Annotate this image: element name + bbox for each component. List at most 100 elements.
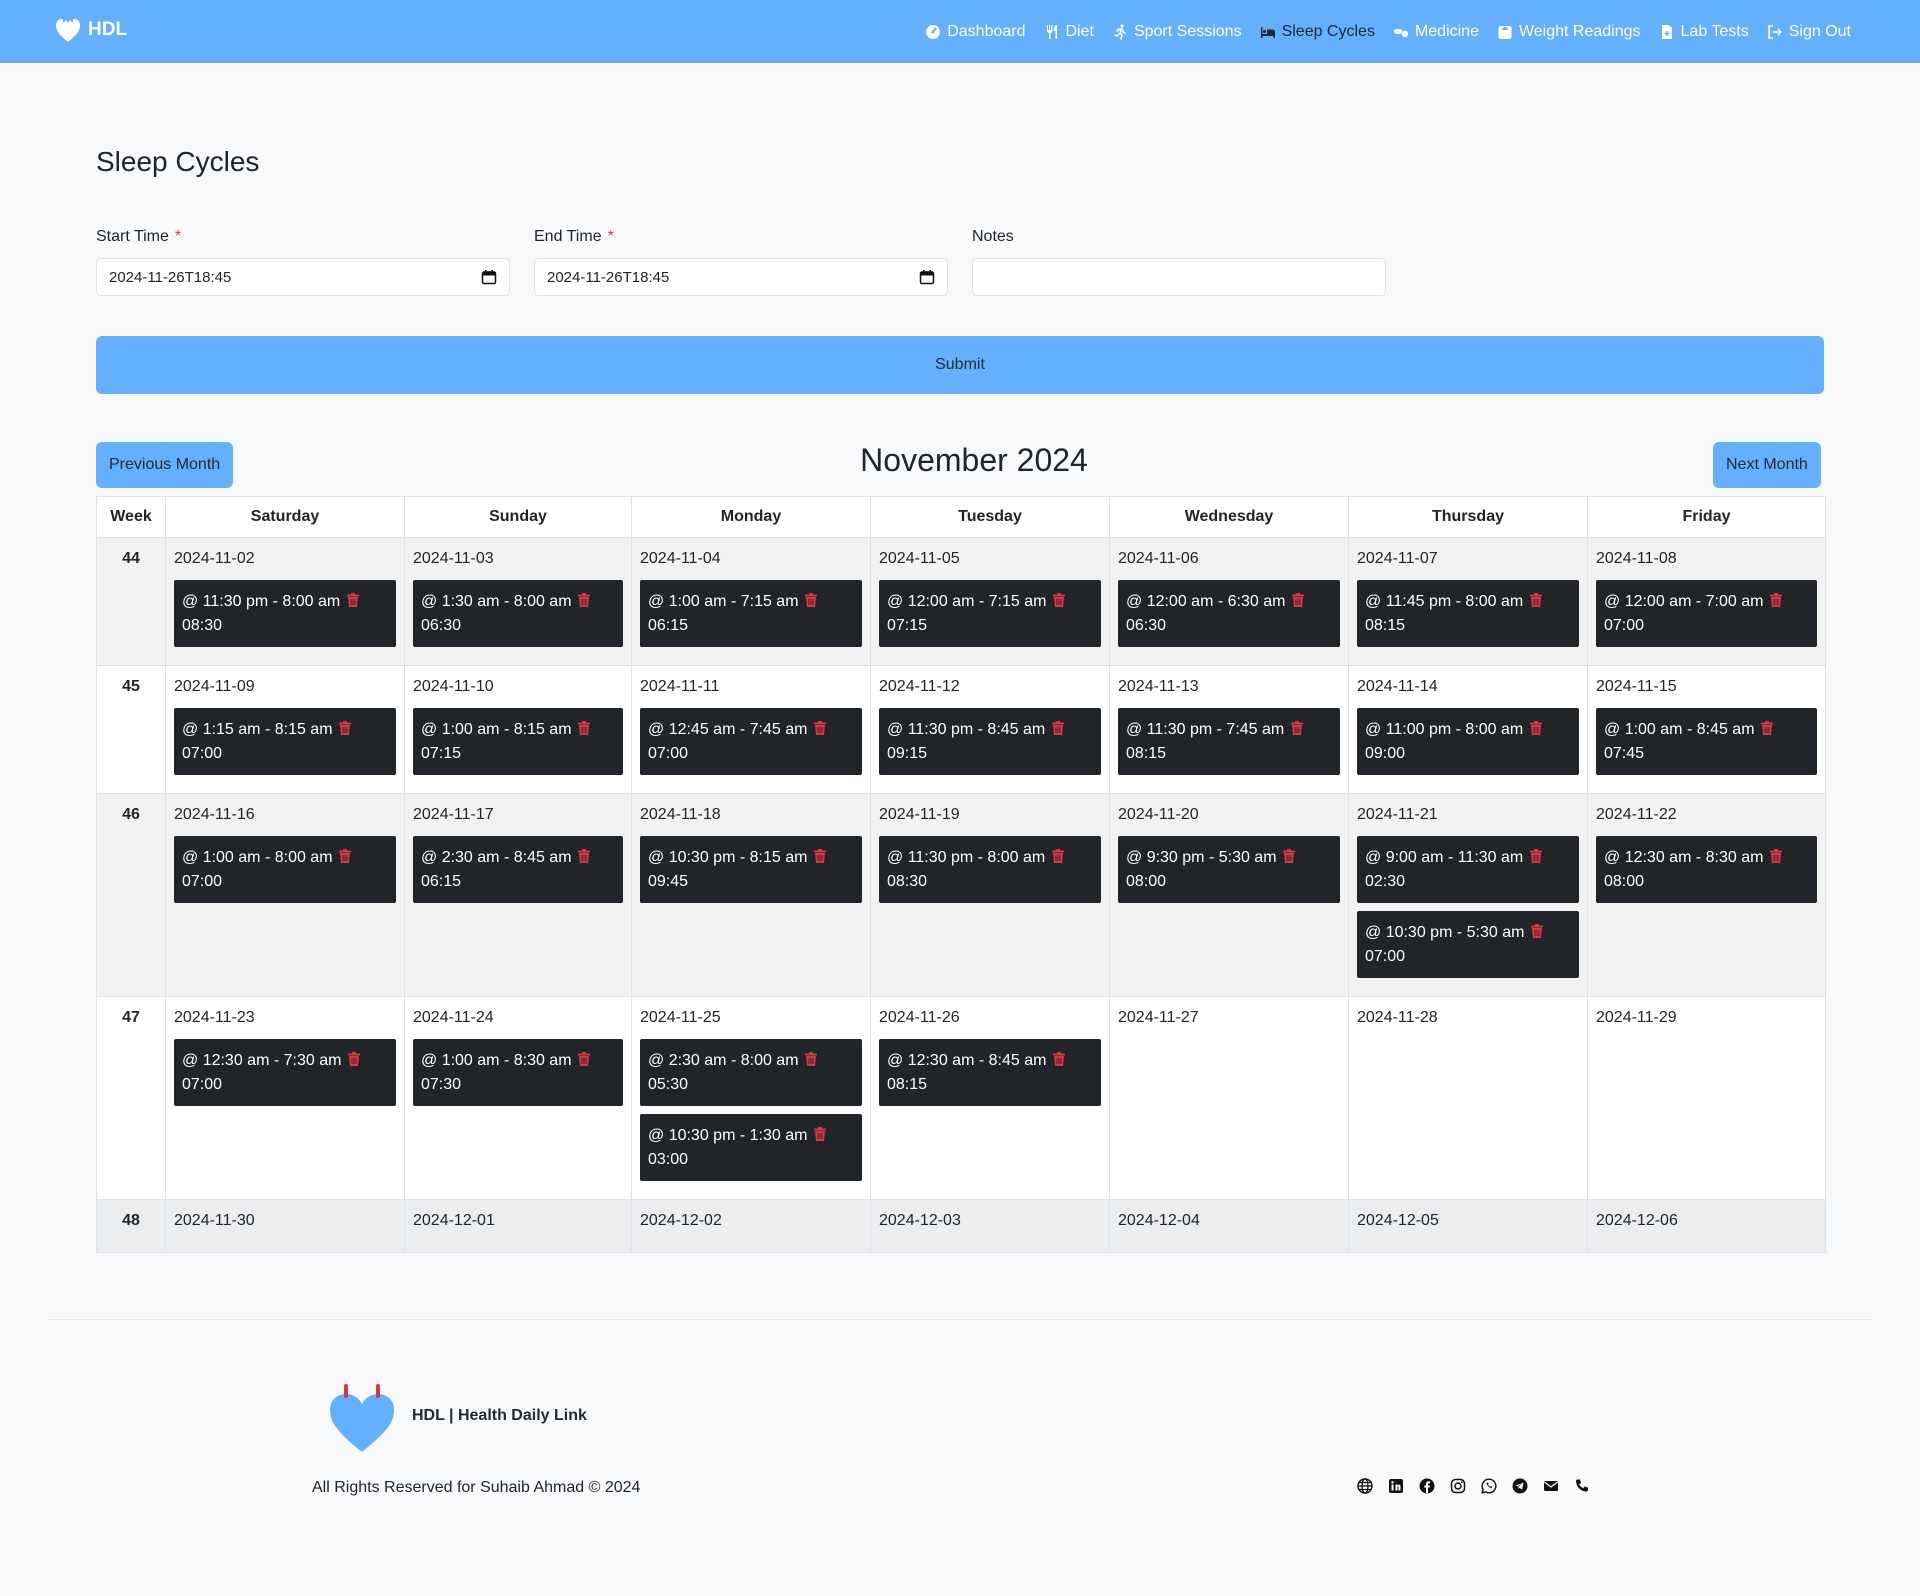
calendar-day-cell[interactable]: 2024-11-14 @ 11:00 pm - 8:00 am 09:00 [1348, 665, 1588, 794]
calendar-day-cell[interactable]: 2024-12-06 [1587, 1199, 1826, 1253]
calendar-icon[interactable] [481, 269, 497, 285]
trash-icon[interactable] [812, 721, 826, 738]
calendar-day-cell[interactable]: 2024-11-03 @ 1:30 am - 8:00 am 06:30 [404, 537, 632, 666]
trash-icon[interactable] [346, 1052, 360, 1069]
calendar-day-cell[interactable]: 2024-11-02 @ 11:30 pm - 8:00 am 08:30 [165, 537, 405, 666]
calendar-day-cell[interactable]: 2024-11-28 [1348, 996, 1588, 1200]
sleep-entry[interactable]: @ 9:00 am - 11:30 am 02:30 [1357, 836, 1579, 903]
trash-icon[interactable] [1529, 924, 1543, 941]
sleep-entry[interactable]: @ 11:00 pm - 8:00 am 09:00 [1357, 708, 1579, 775]
trash-icon[interactable] [1528, 593, 1542, 610]
sleep-entry[interactable]: @ 10:30 pm - 8:15 am 09:45 [640, 836, 862, 903]
sleep-entry[interactable]: @ 11:30 pm - 7:45 am 08:15 [1118, 708, 1340, 775]
sleep-entry[interactable]: @ 10:30 pm - 5:30 am 07:00 [1357, 911, 1579, 978]
sleep-entry[interactable]: @ 12:30 am - 8:30 am 08:00 [1596, 836, 1817, 903]
linkedin-icon[interactable] [1388, 1478, 1404, 1494]
trash-icon[interactable] [1528, 721, 1542, 738]
sleep-entry[interactable]: @ 12:00 am - 7:15 am 07:15 [879, 580, 1101, 647]
globe-icon[interactable] [1357, 1478, 1373, 1494]
trash-icon[interactable] [1528, 849, 1542, 866]
calendar-day-cell[interactable]: 2024-12-02 [631, 1199, 871, 1253]
calendar-day-cell[interactable]: 2024-11-04 @ 1:00 am - 7:15 am 06:15 [631, 537, 871, 666]
sleep-entry[interactable]: @ 12:30 am - 8:45 am 08:15 [879, 1039, 1101, 1106]
nav-item-lab-tests[interactable]: Lab Tests [1650, 23, 1758, 41]
nav-item-sign-out[interactable]: Sign Out [1758, 23, 1860, 41]
calendar-day-cell[interactable]: 2024-11-18 @ 10:30 pm - 8:15 am 09:45 [631, 793, 871, 997]
notes-input[interactable] [972, 258, 1386, 296]
sleep-entry[interactable]: @ 11:30 pm - 8:00 am 08:30 [174, 580, 396, 647]
trash-icon[interactable] [812, 849, 826, 866]
calendar-day-cell[interactable]: 2024-11-16 @ 1:00 am - 8:00 am 07:00 [165, 793, 405, 997]
calendar-day-cell[interactable]: 2024-11-05 @ 12:00 am - 7:15 am 07:15 [870, 537, 1110, 666]
nav-item-diet[interactable]: Diet [1035, 23, 1103, 41]
trash-icon[interactable] [1768, 593, 1782, 610]
nav-item-sleep-cycles[interactable]: Sleep Cycles [1251, 23, 1384, 41]
calendar-day-cell[interactable]: 2024-11-24 @ 1:00 am - 8:30 am 07:30 [404, 996, 632, 1200]
sleep-entry[interactable]: @ 1:00 am - 8:30 am 07:30 [413, 1039, 623, 1106]
sleep-entry[interactable]: @ 12:00 am - 7:00 am 07:00 [1596, 580, 1817, 647]
calendar-day-cell[interactable]: 2024-11-22 @ 12:30 am - 8:30 am 08:00 [1587, 793, 1826, 997]
trash-icon[interactable] [1290, 593, 1304, 610]
trash-icon[interactable] [803, 1052, 817, 1069]
sleep-entry[interactable]: @ 11:30 pm - 8:00 am 08:30 [879, 836, 1101, 903]
start-time-input[interactable]: 2024-11-26T18:45 [96, 258, 510, 296]
sleep-entry[interactable]: @ 1:00 am - 8:00 am 07:00 [174, 836, 396, 903]
whatsapp-icon[interactable] [1481, 1478, 1497, 1494]
calendar-day-cell[interactable]: 2024-11-15 @ 1:00 am - 8:45 am 07:45 [1587, 665, 1826, 794]
trash-icon[interactable] [345, 593, 359, 610]
calendar-day-cell[interactable]: 2024-11-13 @ 11:30 pm - 7:45 am 08:15 [1109, 665, 1349, 794]
sleep-entry[interactable]: @ 9:30 pm - 5:30 am 08:00 [1118, 836, 1340, 903]
calendar-day-cell[interactable]: 2024-11-26 @ 12:30 am - 8:45 am 08:15 [870, 996, 1110, 1200]
sleep-entry[interactable]: @ 2:30 am - 8:00 am 05:30 [640, 1039, 862, 1106]
trash-icon[interactable] [1051, 593, 1065, 610]
trash-icon[interactable] [1759, 721, 1773, 738]
sleep-entry[interactable]: @ 1:15 am - 8:15 am 07:00 [174, 708, 396, 775]
sleep-entry[interactable]: @ 1:30 am - 8:00 am 06:30 [413, 580, 623, 647]
sleep-entry[interactable]: @ 11:45 pm - 8:00 am 08:15 [1357, 580, 1579, 647]
sleep-entry[interactable]: @ 10:30 pm - 1:30 am 03:00 [640, 1114, 862, 1181]
trash-icon[interactable] [1281, 849, 1295, 866]
next-month-button[interactable]: Next Month [1713, 442, 1821, 488]
trash-icon[interactable] [803, 593, 817, 610]
calendar-day-cell[interactable]: 2024-11-17 @ 2:30 am - 8:45 am 06:15 [404, 793, 632, 997]
calendar-day-cell[interactable]: 2024-11-11 @ 12:45 am - 7:45 am 07:00 [631, 665, 871, 794]
calendar-day-cell[interactable]: 2024-11-30 [165, 1199, 405, 1253]
end-time-input[interactable]: 2024-11-26T18:45 [534, 258, 948, 296]
sleep-entry[interactable]: @ 2:30 am - 8:45 am 06:15 [413, 836, 623, 903]
nav-item-dashboard[interactable]: Dashboard [916, 23, 1034, 41]
trash-icon[interactable] [576, 849, 590, 866]
trash-icon[interactable] [1051, 1052, 1065, 1069]
calendar-day-cell[interactable]: 2024-12-05 [1348, 1199, 1588, 1253]
calendar-day-cell[interactable]: 2024-11-20 @ 9:30 pm - 5:30 am 08:00 [1109, 793, 1349, 997]
calendar-day-cell[interactable]: 2024-12-03 [870, 1199, 1110, 1253]
calendar-day-cell[interactable]: 2024-11-27 [1109, 996, 1349, 1200]
trash-icon[interactable] [1768, 849, 1782, 866]
phone-icon[interactable] [1574, 1478, 1590, 1494]
calendar-day-cell[interactable]: 2024-12-01 [404, 1199, 632, 1253]
nav-item-sport-sessions[interactable]: Sport Sessions [1103, 23, 1251, 41]
sleep-entry[interactable]: @ 11:30 pm - 8:45 am 09:15 [879, 708, 1101, 775]
sleep-entry[interactable]: @ 1:00 am - 7:15 am 06:15 [640, 580, 862, 647]
calendar-day-cell[interactable]: 2024-11-12 @ 11:30 pm - 8:45 am 09:15 [870, 665, 1110, 794]
sleep-entry[interactable]: @ 1:00 am - 8:45 am 07:45 [1596, 708, 1817, 775]
telegram-icon[interactable] [1512, 1478, 1528, 1494]
trash-icon[interactable] [576, 593, 590, 610]
calendar-day-cell[interactable]: 2024-11-06 @ 12:00 am - 6:30 am 06:30 [1109, 537, 1349, 666]
facebook-icon[interactable] [1419, 1478, 1435, 1494]
previous-month-button[interactable]: Previous Month [96, 442, 234, 488]
trash-icon[interactable] [337, 721, 351, 738]
calendar-day-cell[interactable]: 2024-11-07 @ 11:45 pm - 8:00 am 08:15 [1348, 537, 1588, 666]
trash-icon[interactable] [576, 1052, 590, 1069]
trash-icon[interactable] [1289, 721, 1303, 738]
instagram-icon[interactable] [1450, 1478, 1466, 1494]
sleep-entry[interactable]: @ 12:00 am - 6:30 am 06:30 [1118, 580, 1340, 647]
trash-icon[interactable] [1050, 721, 1064, 738]
sleep-entry[interactable]: @ 12:45 am - 7:45 am 07:00 [640, 708, 862, 775]
calendar-day-cell[interactable]: 2024-11-19 @ 11:30 pm - 8:00 am 08:30 [870, 793, 1110, 997]
calendar-day-cell[interactable]: 2024-12-04 [1109, 1199, 1349, 1253]
submit-button[interactable]: Submit [96, 336, 1824, 394]
trash-icon[interactable] [576, 721, 590, 738]
trash-icon[interactable] [812, 1127, 826, 1144]
calendar-day-cell[interactable]: 2024-11-23 @ 12:30 am - 7:30 am 07:00 [165, 996, 405, 1200]
nav-item-medicine[interactable]: Medicine [1384, 23, 1488, 41]
